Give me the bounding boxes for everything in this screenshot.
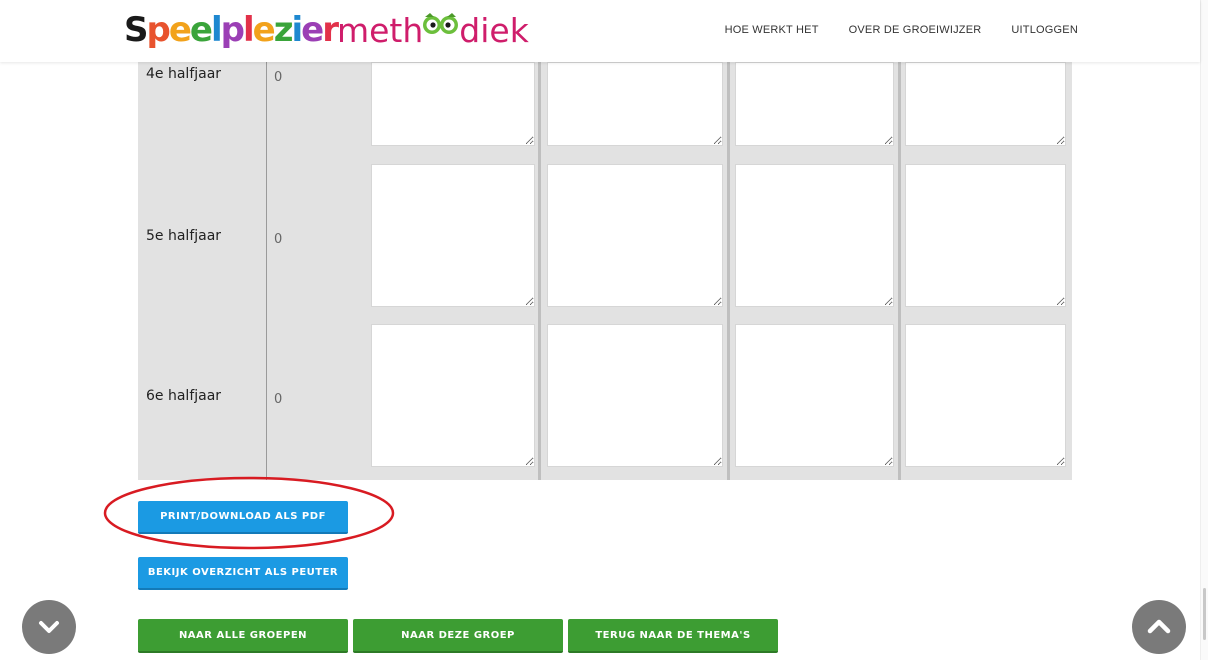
row-label-6e-halfjaar: 6e halfjaar	[146, 388, 222, 404]
note-textarea[interactable]	[547, 62, 723, 146]
chevron-up-icon	[1147, 619, 1171, 634]
view-overview-peuter-button[interactable]: BEKIJK OVERZICHT ALS PEUTER	[138, 557, 348, 590]
note-textarea[interactable]	[905, 324, 1066, 467]
row-score-5e-halfjaar: 0	[274, 232, 283, 247]
logo-word-methodiek: meth diek	[336, 10, 529, 50]
note-textarea[interactable]	[735, 164, 894, 307]
note-textarea[interactable]	[547, 164, 723, 307]
row-score-4e-halfjaar: 0	[274, 70, 283, 85]
print-download-pdf-button[interactable]: PRINT/DOWNLOAD ALS PDF	[138, 501, 348, 534]
groeiwijzer-table: 4e halfjaar 0 5e halfjaar 0 6e halfjaar …	[138, 0, 1072, 480]
note-textarea[interactable]	[905, 62, 1066, 146]
scroll-down-button[interactable]	[22, 600, 76, 654]
this-group-button[interactable]: NAAR DEZE GROEP	[353, 619, 563, 653]
site-header: Speelplezier meth diek HOE WERKT HET OVE…	[0, 0, 1200, 62]
note-textarea[interactable]	[735, 324, 894, 467]
owl-logo-icon	[423, 13, 459, 34]
nav-over-de-groeiwijzer[interactable]: OVER DE GROEIWIJZER	[849, 24, 982, 36]
all-groups-button[interactable]: NAAR ALLE GROEPEN	[138, 619, 348, 653]
column-divider	[898, 0, 901, 480]
column-divider	[538, 0, 541, 480]
back-to-themes-button[interactable]: TERUG NAAR DE THEMA'S	[568, 619, 778, 653]
chevron-down-icon	[39, 621, 59, 633]
note-textarea[interactable]	[735, 62, 894, 146]
logo-method-prefix: meth	[336, 10, 424, 50]
note-textarea[interactable]	[905, 164, 1066, 307]
note-textarea[interactable]	[371, 164, 535, 307]
site-logo[interactable]: Speelplezier meth diek	[124, 8, 529, 52]
scrollbar-thumb[interactable]	[1203, 588, 1206, 640]
row-label-4e-halfjaar: 4e halfjaar	[146, 66, 222, 82]
row-label-5e-halfjaar: 5e halfjaar	[146, 228, 222, 244]
page-scrollbar[interactable]	[1200, 0, 1208, 660]
logo-word-speelplezier: Speelplezier	[124, 10, 339, 50]
nav-uitloggen[interactable]: UITLOGGEN	[1011, 24, 1078, 36]
main-nav: HOE WERKT HET OVER DE GROEIWIJZER UITLOG…	[725, 24, 1078, 36]
column-divider	[727, 0, 730, 480]
nav-hoe-werkt-het[interactable]: HOE WERKT HET	[725, 24, 819, 36]
logo-method-suffix: diek	[459, 10, 529, 50]
note-textarea[interactable]	[371, 324, 535, 467]
note-textarea[interactable]	[371, 62, 535, 146]
scroll-up-button[interactable]	[1132, 600, 1186, 654]
row-score-6e-halfjaar: 0	[274, 392, 283, 407]
note-textarea[interactable]	[547, 324, 723, 467]
